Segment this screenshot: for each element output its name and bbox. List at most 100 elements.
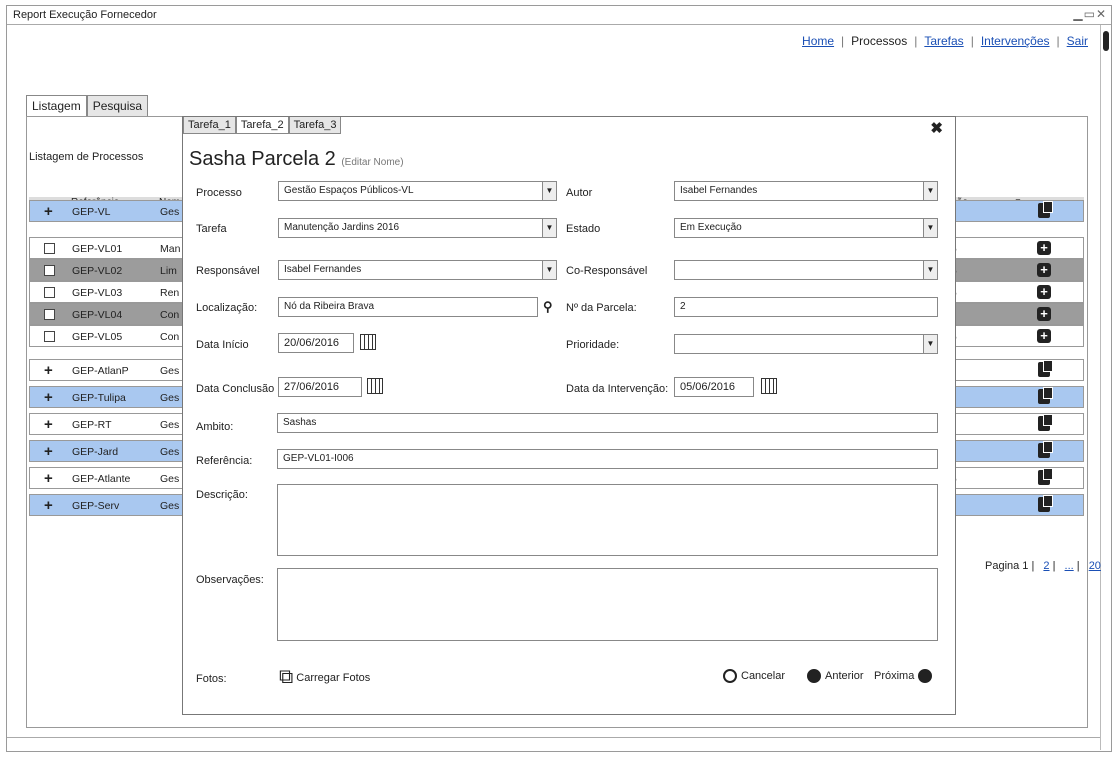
modal-title: Sasha Parcela 2 (Editar Nome)	[189, 148, 404, 171]
document-icon[interactable]	[1038, 387, 1053, 404]
cell-nome: Con	[160, 331, 180, 343]
cell-nome: Lim	[160, 265, 177, 277]
vertical-scrollbar[interactable]	[1100, 25, 1111, 750]
task-modal: Tarefa_1 Tarefa_2 Tarefa_3 ✖ Sasha Parce…	[182, 116, 956, 715]
data-inicio-label: Data Início	[196, 339, 249, 351]
horizontal-scrollbar[interactable]	[7, 737, 1100, 752]
prioridade-select[interactable]	[674, 334, 938, 354]
row-checkbox[interactable]	[44, 243, 55, 254]
title-bar: Report Execução Fornecedor ▁▭✕	[7, 6, 1111, 25]
document-icon[interactable]	[1038, 441, 1053, 458]
nav-tarefas[interactable]: Tarefas	[917, 34, 970, 48]
cell-referencia: GEP-Jard	[72, 446, 119, 458]
tab-tarefa-2[interactable]: Tarefa_2	[235, 117, 289, 134]
list-title: Listagem de Processos	[29, 151, 144, 163]
cancel-icon	[723, 669, 737, 683]
document-icon[interactable]	[1038, 414, 1053, 431]
cell-referencia: GEP-VL01	[72, 243, 123, 255]
document-icon[interactable]	[1038, 201, 1053, 218]
tarefa-label: Tarefa	[196, 223, 227, 235]
observacoes-textarea[interactable]	[277, 568, 938, 641]
autor-label: Autor	[566, 187, 593, 199]
page-2-link[interactable]: 2	[1043, 560, 1049, 572]
document-icon[interactable]	[1038, 495, 1053, 512]
nav-intervencoes[interactable]: Intervenções	[974, 34, 1057, 48]
cell-referencia: GEP-Serv	[72, 500, 120, 512]
descricao-textarea[interactable]	[277, 484, 938, 556]
add-icon[interactable]: +	[1037, 241, 1051, 255]
scroll-thumb[interactable]	[1103, 31, 1109, 51]
row-checkbox[interactable]	[44, 265, 55, 276]
referencia-input[interactable]: GEP-VL01-I006	[277, 449, 938, 469]
add-icon[interactable]: +	[1037, 307, 1051, 321]
expand-icon[interactable]: +	[44, 203, 53, 220]
pagination: Pagina 1 | 2 | ... | 20	[985, 560, 1101, 572]
row-checkbox[interactable]	[44, 287, 55, 298]
task-name: Sasha Parcela 2	[189, 148, 336, 170]
arrow-left-icon	[807, 669, 821, 683]
observacoes-label: Observações:	[196, 574, 264, 586]
add-icon[interactable]: +	[1037, 329, 1051, 343]
add-icon[interactable]: +	[1037, 285, 1051, 299]
fotos-label: Fotos:	[196, 673, 227, 685]
cancel-button[interactable]: Cancelar	[723, 669, 785, 683]
data-intervencao-input[interactable]: 05/06/2016	[674, 377, 754, 397]
autor-select[interactable]: Isabel Fernandes	[674, 181, 938, 201]
data-conclusao-input[interactable]: 27/06/2016	[278, 377, 362, 397]
tab-tarefa-3[interactable]: Tarefa_3	[288, 117, 342, 134]
nav-sair[interactable]: Sair	[1060, 34, 1095, 48]
previous-button[interactable]: Anterior	[807, 669, 864, 683]
expand-icon[interactable]: +	[44, 470, 53, 487]
window-controls[interactable]: ▁▭✕	[1073, 7, 1107, 21]
expand-icon[interactable]: +	[44, 443, 53, 460]
page-dots[interactable]: ...	[1065, 560, 1074, 572]
processo-select[interactable]: Gestão Espaços Públicos-VL	[278, 181, 557, 201]
tab-listagem[interactable]: Listagem	[26, 95, 87, 116]
cell-referencia: GEP-VL03	[72, 287, 123, 299]
ambito-label: Ambito:	[196, 421, 234, 433]
estado-select[interactable]: Em Execução	[674, 218, 938, 238]
calendar-icon[interactable]	[360, 334, 376, 350]
expand-icon[interactable]: +	[44, 416, 53, 433]
descricao-label: Descrição:	[196, 489, 248, 501]
document-icon[interactable]	[1038, 360, 1053, 377]
data-conclusao-label: Data Conclusão	[196, 383, 275, 395]
cell-nome: Ges	[160, 365, 180, 377]
nav-processos[interactable]: Processos	[844, 34, 914, 48]
upload-photos-button[interactable]: ⧉ Carregar Fotos	[279, 666, 370, 689]
edit-name-link[interactable]: (Editar Nome)	[341, 157, 403, 168]
data-intervencao-label: Data da Intervenção:	[566, 383, 669, 395]
cell-referencia: GEP-Tulipa	[72, 392, 126, 404]
cell-referencia: GEP-Atlante	[72, 473, 131, 485]
search-icon[interactable]: ⚲	[543, 299, 553, 315]
localizacao-input[interactable]: Nó da Ribeira Brava	[278, 297, 538, 317]
next-button[interactable]: Próxima	[874, 669, 936, 683]
top-nav: Home | Processos | Tarefas | Intervenções | …	[795, 34, 1095, 48]
co-responsavel-label: Co-Responsável	[566, 265, 648, 277]
ambito-input[interactable]: Sashas	[277, 413, 938, 433]
page-last-link[interactable]: 20	[1089, 560, 1101, 572]
tarefa-select[interactable]: Manutenção Jardins 2016	[278, 218, 557, 238]
tab-pesquisa[interactable]: Pesquisa	[86, 95, 149, 116]
row-checkbox[interactable]	[44, 331, 55, 342]
co-responsavel-select[interactable]	[674, 260, 938, 280]
n-parcela-input[interactable]: 2	[674, 297, 938, 317]
document-icon[interactable]	[1038, 468, 1053, 485]
expand-icon[interactable]: +	[44, 497, 53, 514]
cell-nome: Ges	[160, 392, 180, 404]
responsavel-select[interactable]: Isabel Fernandes	[278, 260, 557, 280]
calendar-icon[interactable]	[367, 378, 383, 394]
expand-icon[interactable]: +	[44, 389, 53, 406]
responsavel-label: Responsável	[196, 265, 260, 277]
add-icon[interactable]: +	[1037, 263, 1051, 277]
expand-icon[interactable]: +	[44, 362, 53, 379]
cell-nome: Ren	[160, 287, 180, 299]
tab-tarefa-1[interactable]: Tarefa_1	[183, 117, 236, 134]
data-inicio-input[interactable]: 20/06/2016	[278, 333, 354, 353]
nav-home[interactable]: Home	[795, 34, 841, 48]
row-checkbox[interactable]	[44, 309, 55, 320]
window-title: Report Execução Fornecedor	[13, 9, 157, 21]
calendar-icon[interactable]	[761, 378, 777, 394]
close-icon[interactable]: ✖	[930, 119, 943, 137]
estado-label: Estado	[566, 223, 601, 235]
